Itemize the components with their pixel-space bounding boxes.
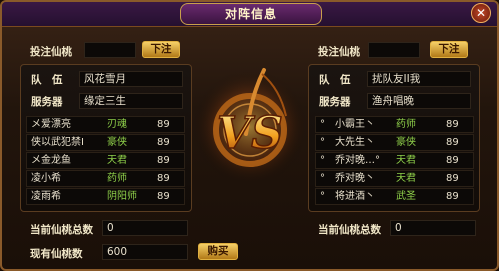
player-name: ° 乔对晚…° [320, 155, 380, 166]
own-peach-value: 600 [102, 244, 188, 260]
player-class: 阴阳师 [107, 191, 137, 202]
right-bet-label: 投注仙桃 [318, 46, 360, 58]
player-class: 天君 [396, 173, 416, 184]
left-player-row[interactable]: 侠以武犯禁I 豪侠 89 [26, 134, 185, 151]
left-total-label: 当前仙桃总数 [30, 224, 93, 236]
battle-info-window: 对阵信息 ✕ 投注仙桃 下注 队 伍 风花雪月 服务器 缘定三生 メ爱漂亮 刃魂… [0, 0, 499, 271]
left-player-row[interactable]: メ金龙鱼 天君 89 [26, 152, 185, 169]
player-name: メ金龙鱼 [31, 155, 71, 166]
title-bar: 对阵信息 ✕ [2, 2, 497, 27]
player-level: 89 [446, 155, 459, 166]
player-level: 89 [157, 191, 170, 202]
player-name: 侠以武犯禁I [31, 137, 84, 148]
right-total-label: 当前仙桃总数 [318, 224, 381, 236]
left-server-label: 服务器 [31, 96, 63, 108]
right-team-panel: 队 伍 扰队友II我 服务器 渔舟唱晚 ° 小霸王丶 药师 89 ° 大先生丶 … [308, 64, 480, 212]
player-name: ° 乔对晚丶 [320, 173, 375, 184]
player-name: メ爱漂亮 [31, 119, 71, 130]
close-icon[interactable]: ✕ [471, 3, 491, 23]
player-name: ° 大先生丶 [320, 137, 375, 148]
player-name: ° 将进酒丶 [320, 191, 375, 202]
left-team-value: 风花雪月 [79, 71, 183, 87]
player-class: 天君 [396, 155, 416, 166]
player-level: 89 [446, 191, 459, 202]
player-class: 豪侠 [107, 137, 127, 148]
own-peach-label: 现有仙桃数 [30, 248, 83, 260]
player-level: 89 [157, 173, 170, 184]
left-player-row[interactable]: 凌雨希 阴阳师 89 [26, 188, 185, 205]
player-class: 武圣 [396, 191, 416, 202]
player-name: 凌小希 [31, 173, 61, 184]
left-player-row[interactable]: メ爱漂亮 刃魂 89 [26, 116, 185, 133]
left-server-value: 缘定三生 [79, 93, 183, 109]
right-total-value: 0 [390, 220, 476, 236]
right-player-row[interactable]: ° 乔对晚丶 天君 89 [315, 170, 474, 187]
left-player-row[interactable]: 凌小希 药师 89 [26, 170, 185, 187]
player-class: 药师 [396, 119, 416, 130]
left-team-label: 队 伍 [31, 74, 63, 86]
player-level: 89 [157, 155, 170, 166]
right-server-label: 服务器 [319, 96, 351, 108]
player-level: 89 [446, 137, 459, 148]
window-title: 对阵信息 [180, 3, 322, 25]
left-bet-label: 投注仙桃 [30, 46, 72, 58]
left-total-value: 0 [102, 220, 188, 236]
left-bet-button[interactable]: 下注 [142, 41, 180, 58]
player-level: 89 [446, 173, 459, 184]
player-class: 刃魂 [107, 119, 127, 130]
right-team-value: 扰队友II我 [367, 71, 471, 87]
buy-button[interactable]: 购买 [198, 243, 238, 260]
right-server-value: 渔舟唱晚 [367, 93, 471, 109]
right-player-row[interactable]: ° 将进酒丶 武圣 89 [315, 188, 474, 205]
vs-emblem: VS [192, 68, 308, 185]
right-team-label: 队 伍 [319, 74, 351, 86]
player-class: 药师 [107, 173, 127, 184]
vs-text: VS [217, 108, 283, 159]
player-class: 豪侠 [396, 137, 416, 148]
left-team-panel: 队 伍 风花雪月 服务器 缘定三生 メ爱漂亮 刃魂 89 侠以武犯禁I 豪侠 8… [20, 64, 192, 212]
player-class: 天君 [107, 155, 127, 166]
left-bet-input[interactable] [84, 42, 136, 58]
player-name: ° 小霸王丶 [320, 119, 375, 130]
right-player-row[interactable]: ° 大先生丶 豪侠 89 [315, 134, 474, 151]
right-player-row[interactable]: ° 小霸王丶 药师 89 [315, 116, 474, 133]
right-bet-input[interactable] [368, 42, 420, 58]
right-player-row[interactable]: ° 乔对晚…° 天君 89 [315, 152, 474, 169]
player-level: 89 [157, 137, 170, 148]
player-level: 89 [157, 119, 170, 130]
right-bet-button[interactable]: 下注 [430, 41, 468, 58]
player-level: 89 [446, 119, 459, 130]
player-name: 凌雨希 [31, 191, 61, 202]
